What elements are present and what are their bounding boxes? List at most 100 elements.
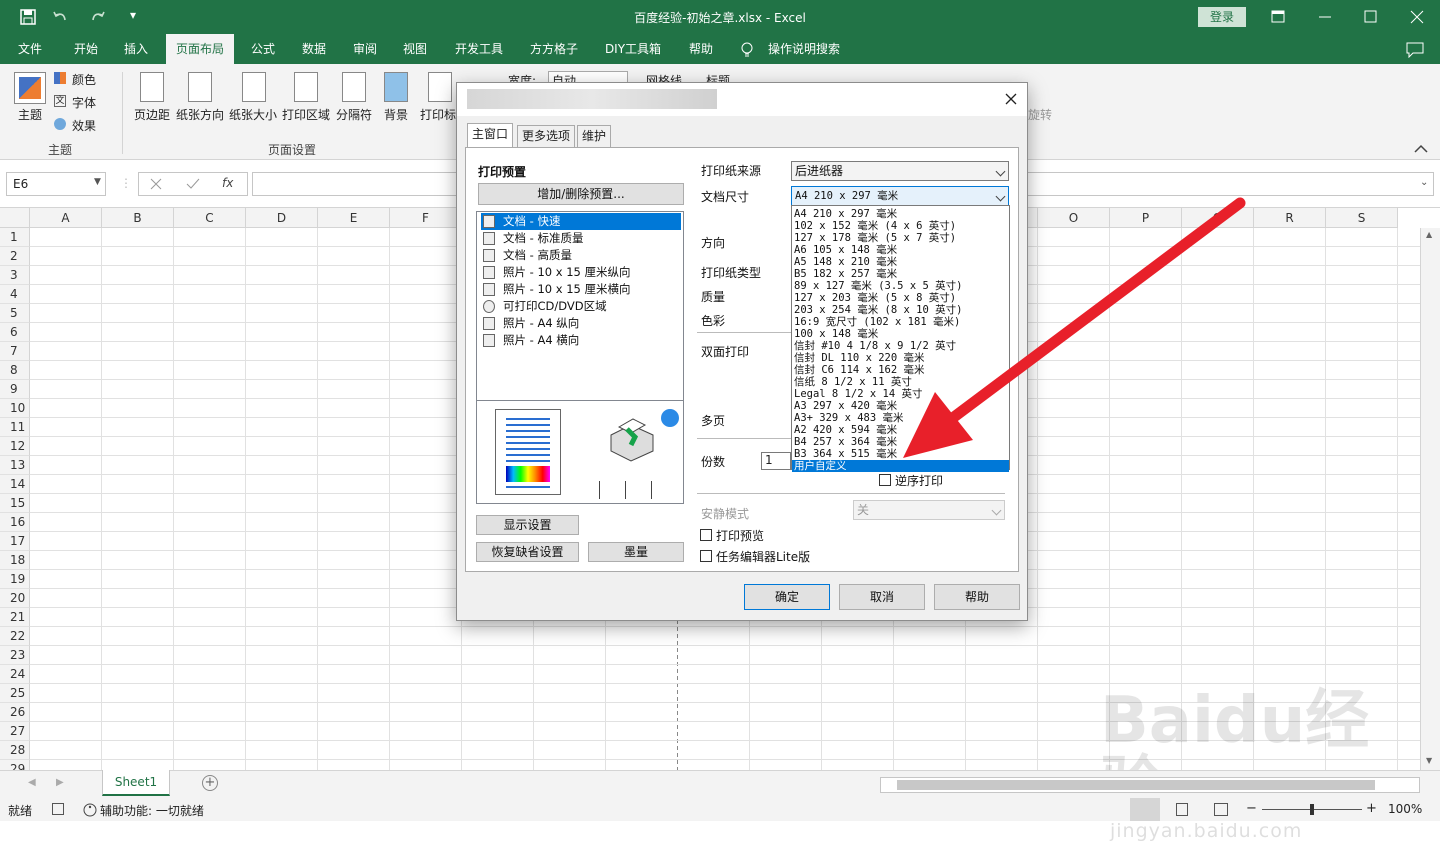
row-header-7[interactable]: 7 — [0, 342, 30, 361]
row-header-5[interactable]: 5 — [0, 304, 30, 323]
document-size-select[interactable]: A4 210 x 297 毫米 — [791, 186, 1009, 206]
column-header-a[interactable]: A — [30, 208, 102, 228]
row-header-4[interactable]: 4 — [0, 285, 30, 304]
cancel-formula-icon[interactable] — [150, 178, 162, 190]
minimize-icon[interactable] — [1318, 10, 1332, 24]
tab-page-layout[interactable]: 页面布局 — [166, 34, 234, 64]
accessibility-icon[interactable] — [82, 802, 98, 818]
expand-formula-icon[interactable]: ⌄ — [1420, 177, 1428, 188]
row-header-8[interactable]: 8 — [0, 361, 30, 380]
reverse-order-checkbox[interactable] — [879, 474, 891, 486]
tab-more-options[interactable]: 更多选项 — [517, 125, 576, 148]
row-header-1[interactable]: 1 — [0, 228, 30, 247]
close-window-icon[interactable] — [1410, 10, 1424, 24]
insert-function-icon[interactable]: fx — [222, 176, 233, 190]
column-header-q[interactable]: Q — [1182, 208, 1254, 228]
scroll-down-icon[interactable]: ▼ — [1426, 756, 1432, 765]
row-header-15[interactable]: 15 — [0, 494, 30, 513]
print-titles-button[interactable]: 打印标 — [420, 106, 456, 123]
row-header-2[interactable]: 2 — [0, 247, 30, 266]
row-header-13[interactable]: 13 — [0, 456, 30, 475]
enter-formula-icon[interactable] — [186, 178, 200, 190]
add-remove-presets-button[interactable]: 增加/删除预置... — [478, 183, 684, 205]
preset-item[interactable]: 照片 - 10 x 15 厘米纵向 — [481, 264, 681, 281]
row-header-14[interactable]: 14 — [0, 475, 30, 494]
margins-button[interactable]: 页边距 — [134, 106, 170, 123]
vertical-scrollbar[interactable]: ▲ ▼ — [1420, 228, 1440, 770]
size-option[interactable]: 信封 C6 114 x 162 毫米 — [792, 364, 1009, 376]
cancel-button[interactable]: 取消 — [839, 584, 925, 610]
rotate-button[interactable]: 旋转 — [1028, 106, 1052, 123]
add-sheet-icon[interactable]: + — [202, 775, 218, 791]
size-option[interactable]: 信封 DL 110 x 220 毫米 — [792, 352, 1009, 364]
zoom-slider-thumb[interactable] — [1310, 804, 1314, 815]
size-button[interactable]: 纸张大小 — [229, 106, 277, 123]
row-header-12[interactable]: 12 — [0, 437, 30, 456]
size-option[interactable]: Legal 8 1/2 x 14 英寸 — [792, 388, 1009, 400]
tab-formulas[interactable]: 公式 — [242, 34, 284, 64]
row-header-28[interactable]: 28 — [0, 741, 30, 760]
tab-maintenance[interactable]: 维护 — [577, 125, 612, 148]
close-dialog-icon[interactable] — [1005, 93, 1017, 105]
horizontal-scrollbar[interactable] — [880, 777, 1420, 793]
tab-home[interactable]: 开始 — [62, 34, 110, 64]
normal-view-icon[interactable] — [1130, 798, 1160, 821]
column-header-b[interactable]: B — [102, 208, 174, 228]
job-arranger-checkbox[interactable] — [700, 550, 712, 562]
collapse-ribbon-icon[interactable] — [1414, 144, 1428, 154]
column-header-d[interactable]: D — [246, 208, 318, 228]
zoom-out-icon[interactable]: − — [1246, 801, 1257, 816]
zoom-level[interactable]: 100% — [1388, 802, 1422, 816]
size-option[interactable]: A3 297 x 420 毫米 — [792, 400, 1009, 412]
tab-insert[interactable]: 插入 — [114, 34, 158, 64]
background-button[interactable]: 背景 — [384, 106, 408, 123]
row-header-23[interactable]: 23 — [0, 646, 30, 665]
row-header-21[interactable]: 21 — [0, 608, 30, 627]
size-option[interactable]: B3 364 x 515 毫米 — [792, 448, 1009, 460]
row-header-10[interactable]: 10 — [0, 399, 30, 418]
scroll-up-icon[interactable]: ▲ — [1426, 230, 1432, 239]
colors-button[interactable]: 颜色 — [72, 71, 96, 88]
size-option[interactable]: 16:9 宽尺寸 (102 x 181 毫米) — [792, 316, 1009, 328]
ribbon-display-icon[interactable] — [1271, 10, 1285, 24]
size-option[interactable]: B5 182 x 257 毫米 — [792, 268, 1009, 280]
copies-input[interactable]: 1 — [761, 452, 791, 470]
column-header-o[interactable]: O — [1038, 208, 1110, 228]
themes-button[interactable]: 主题 — [10, 106, 50, 123]
breaks-button[interactable]: 分隔符 — [336, 106, 372, 123]
macro-record-icon[interactable] — [52, 803, 64, 815]
size-option[interactable]: 信封 #10 4 1/8 x 9 1/2 英寸 — [792, 340, 1009, 352]
select-all-corner[interactable] — [0, 208, 30, 228]
name-box[interactable]: E6 — [6, 172, 106, 196]
tab-developer[interactable]: 开发工具 — [446, 34, 512, 64]
row-header-11[interactable]: 11 — [0, 418, 30, 437]
preset-item[interactable]: 照片 - A4 横向 — [481, 332, 681, 349]
preset-item[interactable]: 照片 - A4 纵向 — [481, 315, 681, 332]
row-header-6[interactable]: 6 — [0, 323, 30, 342]
tell-me-search[interactable]: 操作说明搜索 — [762, 34, 846, 64]
tab-file[interactable]: 文件 — [8, 34, 52, 64]
column-header-f[interactable]: F — [390, 208, 462, 228]
column-header-e[interactable]: E — [318, 208, 390, 228]
row-header-22[interactable]: 22 — [0, 627, 30, 646]
size-option[interactable]: 203 x 254 毫米 (8 x 10 英寸) — [792, 304, 1009, 316]
row-header-24[interactable]: 24 — [0, 665, 30, 684]
row-header-17[interactable]: 17 — [0, 532, 30, 551]
restore-defaults-button[interactable]: 恢复缺省设置 — [476, 542, 579, 562]
document-size-dropdown-list[interactable]: A4 210 x 297 毫米 102 x 152 毫米 (4 x 6 英寸) 12… — [791, 205, 1010, 472]
login-button[interactable]: 登录 — [1198, 7, 1246, 27]
page-layout-view-icon[interactable] — [1176, 803, 1188, 816]
size-option[interactable]: A5 148 x 210 毫米 — [792, 256, 1009, 268]
size-option[interactable]: 102 x 152 毫米 (4 x 6 英寸) — [792, 220, 1009, 232]
effects-button[interactable]: 效果 — [72, 117, 96, 134]
column-header-c[interactable]: C — [174, 208, 246, 228]
preset-item[interactable]: 可打印CD/DVD区域 — [481, 298, 681, 315]
maximize-icon[interactable] — [1364, 10, 1378, 24]
size-option[interactable]: A3+ 329 x 483 毫米 — [792, 412, 1009, 424]
size-option[interactable]: A6 105 x 148 毫米 — [792, 244, 1009, 256]
preset-item[interactable]: 照片 - 10 x 15 厘米横向 — [481, 281, 681, 298]
tab-fangfang[interactable]: 方方格子 — [522, 34, 586, 64]
orientation-button[interactable]: 纸张方向 — [176, 106, 224, 123]
row-header-26[interactable]: 26 — [0, 703, 30, 722]
tab-review[interactable]: 审阅 — [343, 34, 387, 64]
